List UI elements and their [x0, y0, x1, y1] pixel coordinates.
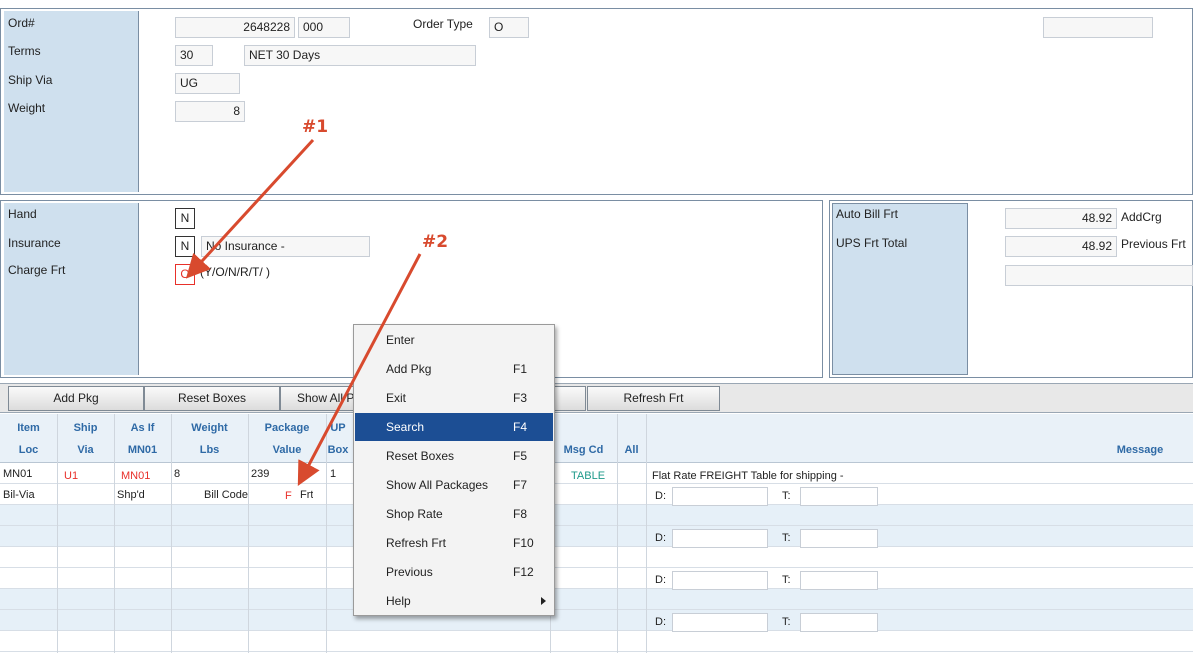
annotation-arrows — [185, 138, 422, 486]
annotation-1-arrow — [185, 138, 315, 279]
annotation-2-arrow — [297, 253, 422, 486]
